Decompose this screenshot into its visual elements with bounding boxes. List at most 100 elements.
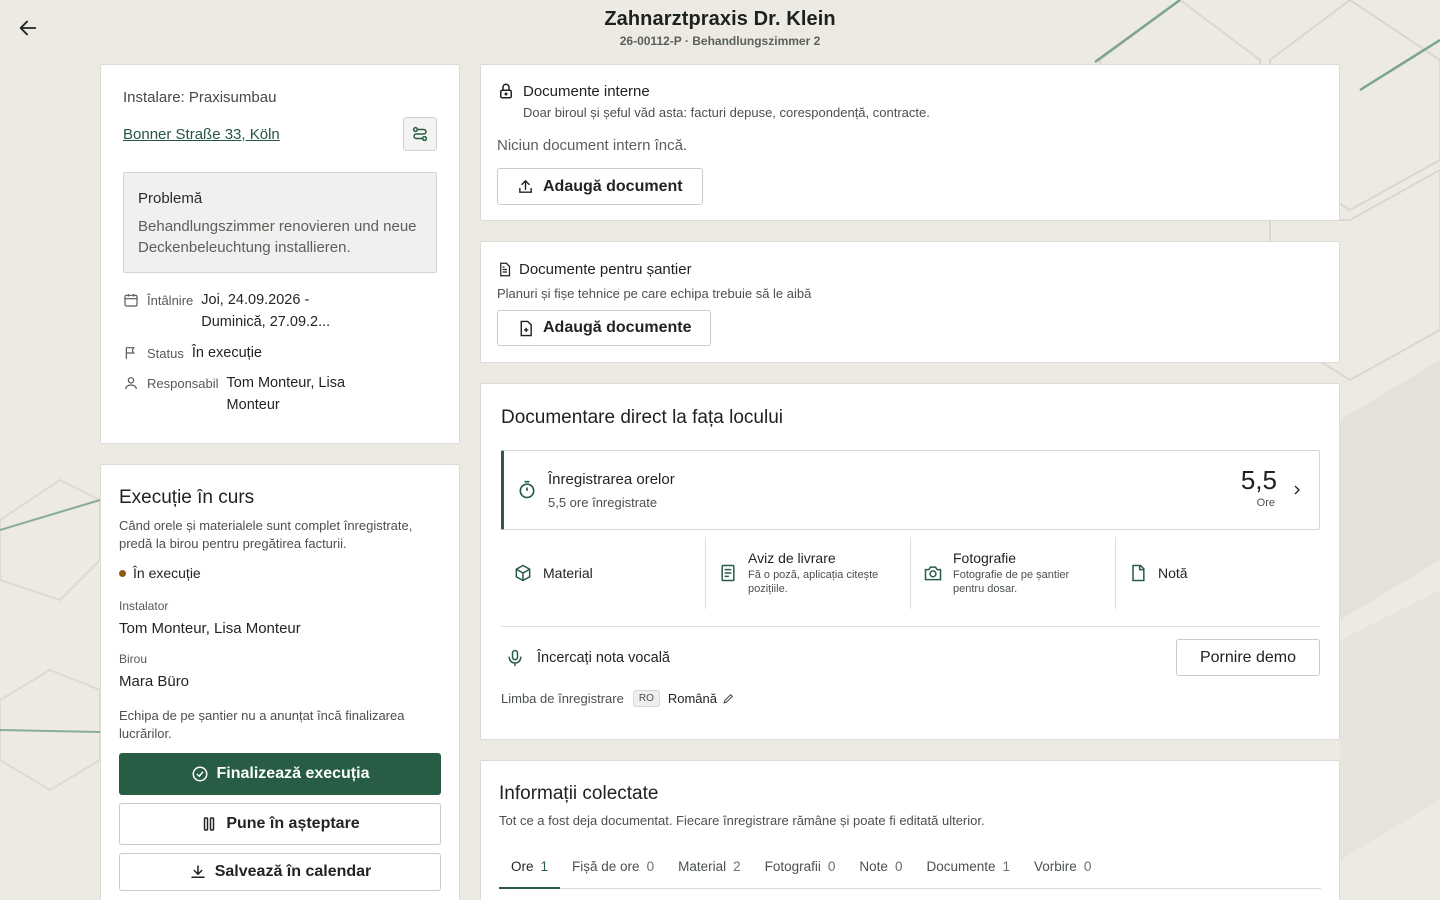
note-icon	[1132, 564, 1145, 582]
capture-tiles: Material Aviz de livrare Fă o poză, apli…	[501, 537, 1320, 609]
job-details-card: Instalare: Praxisumbau Bonner Straße 33,…	[100, 64, 460, 444]
onsite-documentation-card: Documentare direct la fața locului Înreg…	[480, 383, 1340, 740]
upload-icon	[519, 179, 532, 193]
delivery-note-label: Aviz de livrare	[748, 550, 836, 566]
note-label: Notă	[1158, 565, 1188, 581]
pause-button[interactable]: Pune în așteptare	[119, 803, 441, 845]
stopwatch-icon	[519, 480, 535, 499]
material-tile[interactable]: Material	[501, 537, 706, 609]
finish-execution-button[interactable]: Finalizează execuția	[119, 753, 441, 795]
tab-label: Vorbire	[1034, 859, 1077, 874]
finish-execution-label: Finalizează execuția	[216, 765, 370, 782]
start-demo-button[interactable]: Pornire demo	[1176, 639, 1320, 676]
site-documents-subtitle: Planuri și fișe tehnice pe care echipa t…	[497, 286, 812, 301]
tab-hours[interactable]: Ore 1	[499, 851, 561, 889]
installer-value: Tom Monteur, Lisa Monteur	[119, 620, 301, 637]
appointment-row: Întâlnire Joi, 24.09.2026 - Duminică, 27…	[123, 291, 351, 333]
pause-label: Pune în așteptare	[226, 815, 360, 832]
responsible-row: Responsabil Tom Monteur, Lisa Monteur	[123, 374, 367, 416]
tab-count: 0	[646, 859, 655, 874]
language-name: Română	[667, 691, 717, 706]
tab-documents[interactable]: Documente 1	[914, 851, 1022, 889]
site-documents-title: Documente pentru șantier	[519, 261, 692, 278]
photo-subtitle: Fotografie de pe șantier pentru dosar.	[953, 569, 1070, 595]
tab-notes[interactable]: Note 0	[847, 851, 914, 889]
tab-count: 1	[540, 859, 549, 874]
download-icon	[190, 865, 205, 878]
tab-label: Ore	[511, 859, 534, 874]
responsible-label: Responsabil	[147, 376, 219, 391]
appointment-label: Întâlnire	[147, 293, 194, 308]
pause-icon	[204, 817, 215, 831]
tab-label: Fișă de ore	[572, 859, 640, 874]
file-text-icon	[500, 262, 511, 277]
collected-information-title: Informații colectate	[499, 783, 659, 804]
problem-text: Behandlungszimmer renovieren und neue De…	[138, 218, 417, 256]
time-tracking-row[interactable]: Înregistrarea orelor 5,5 ore înregistrat…	[501, 450, 1320, 530]
tab-count: 1	[1002, 859, 1011, 874]
office-label: Birou	[119, 652, 148, 666]
add-site-documents-label: Adaugă documente	[543, 319, 692, 336]
save-calendar-button[interactable]: Salvează în calendar	[119, 853, 441, 891]
tab-count: 0	[894, 859, 903, 874]
status-dot	[119, 569, 126, 577]
internal-documents-header: Documente interne	[497, 82, 650, 100]
add-internal-document-button[interactable]: Adaugă document	[497, 168, 703, 205]
page-subtitle: 26-00112-P · Behandlungszimmer 2	[619, 34, 821, 48]
tab-speech[interactable]: Vorbire 0	[1022, 851, 1103, 889]
execution-description: Când orele și materialele sunt complet î…	[119, 518, 413, 551]
internal-documents-subtitle: Doar biroul și șeful văd asta: facturi d…	[523, 105, 930, 120]
page-title: Zahnarztpraxis Dr. Klein	[604, 8, 836, 30]
tab-count: 0	[1083, 859, 1092, 874]
responsible-value: Tom Monteur, Lisa Monteur	[226, 375, 346, 413]
tab-count: 2	[733, 859, 741, 874]
status-value: În execuție	[191, 345, 262, 361]
photo-label: Fotografie	[953, 550, 1017, 566]
tab-label: Fotografii	[764, 859, 821, 874]
voice-note-row: Încercați nota vocală	[505, 647, 670, 669]
tab-count: 0	[827, 859, 836, 874]
note-tile[interactable]: Notă	[1116, 537, 1320, 609]
collected-information-card: Informații colectate Tot ce a fost deja …	[480, 760, 1340, 900]
execution-status: În execuție	[119, 565, 201, 581]
tab-material[interactable]: Material 2	[666, 851, 753, 889]
install-label: Instalare: Praxisumbau	[123, 89, 277, 106]
tab-photos[interactable]: Fotografii 0	[753, 851, 848, 889]
collected-information-description: Tot ce a fost deja documentat. Fiecare î…	[499, 813, 985, 828]
document-list-icon	[721, 564, 735, 582]
delivery-note-tile[interactable]: Aviz de livrare Fă o poză, aplicația cit…	[706, 537, 911, 609]
tab-label: Material	[678, 859, 727, 874]
material-tile-label: Material	[543, 565, 593, 581]
execution-card: Execuție în curs Când orele și materiale…	[100, 464, 460, 900]
flag-icon	[125, 347, 135, 359]
status-row: Status În execuție	[123, 344, 262, 364]
microphone-icon	[508, 649, 522, 667]
check-circle-icon	[192, 766, 208, 782]
time-tracking-subtitle: 5,5 ore înregistrate	[548, 495, 658, 510]
photo-tile[interactable]: Fotografie Fotografie de pe șantier pent…	[911, 537, 1116, 609]
route-button[interactable]	[403, 117, 437, 151]
execution-status-text: În execuție	[133, 565, 201, 581]
lock-icon	[500, 83, 512, 99]
add-site-documents-button[interactable]: Adaugă documente	[497, 310, 712, 346]
user-icon	[125, 377, 137, 390]
collected-tabs: Ore 1 Fișă de ore 0 Material 2 Fotografii 0 …	[499, 851, 1321, 889]
file-plus-icon	[520, 320, 532, 336]
internal-documents-card: Documente interne Doar biroul și șeful v…	[480, 64, 1340, 221]
execution-title: Execuție în curs	[119, 487, 255, 508]
site-documents-header: Documente pentru șantier	[497, 261, 692, 278]
execution-note: Echipa de pe șantier nu a anunțat încă f…	[119, 708, 405, 741]
recording-language-label: Limba de înregistrare	[501, 691, 624, 706]
address-link[interactable]: Bonner Straße 33, Köln	[123, 126, 280, 143]
onsite-documentation-title: Documentare direct la fața locului	[501, 407, 783, 428]
language-code-badge: RO	[632, 690, 660, 707]
page-header: Zahnarztpraxis Dr. Klein 26-00112-P · Be…	[0, 8, 1440, 48]
time-tracking-title: Înregistrarea orelor	[548, 471, 675, 488]
appointment-value: Joi, 24.09.2026 - Duminică, 27.09.2...	[201, 292, 331, 330]
pencil-icon[interactable]	[722, 692, 735, 705]
internal-documents-title: Documente interne	[523, 82, 650, 100]
recording-language: Limba de înregistrare RO Română	[501, 690, 735, 707]
divider	[501, 626, 1320, 627]
tab-timesheet[interactable]: Fișă de ore 0	[560, 851, 666, 889]
delivery-note-subtitle: Fă o poză, aplicația citește pozițiile.	[748, 569, 879, 595]
